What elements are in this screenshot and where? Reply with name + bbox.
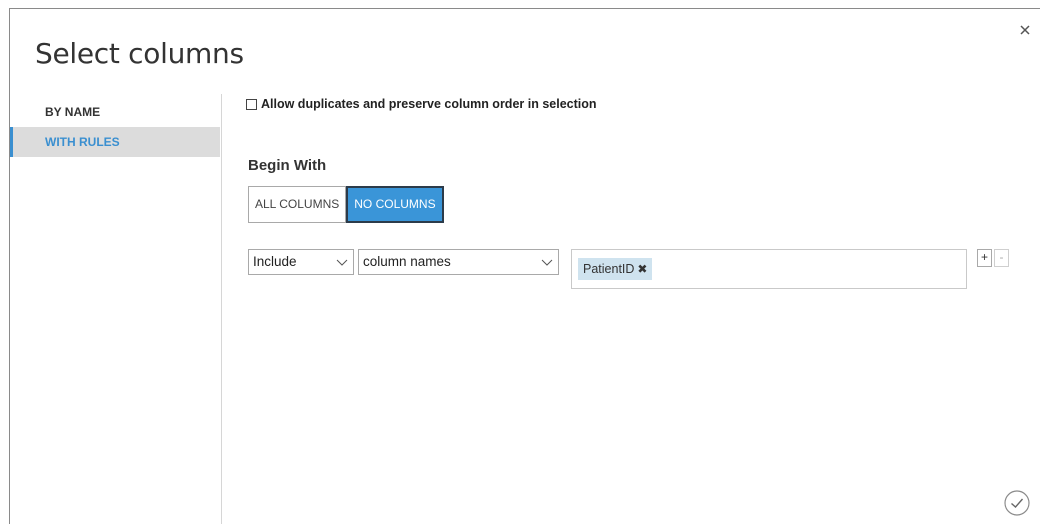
remove-rule-button[interactable]: - [994, 249, 1009, 267]
dialog-title: Select columns [35, 37, 244, 70]
begin-with-heading: Begin With [248, 157, 327, 174]
allow-duplicates-label[interactable]: Allow duplicates and preserve column ord… [261, 97, 597, 111]
side-nav: BY NAME WITH RULES [10, 97, 220, 157]
all-columns-button[interactable]: ALL COLUMNS [248, 186, 347, 223]
begin-with-toggle: ALL COLUMNS NO COLUMNS [248, 186, 444, 223]
remove-tag-icon[interactable]: ✖ [637, 258, 647, 280]
close-icon[interactable] [1018, 23, 1032, 37]
sidebar-item-by-name[interactable]: BY NAME [10, 97, 220, 127]
chevron-down-icon [541, 259, 553, 266]
column-tag-label: PatientID [583, 262, 635, 276]
checkmark-circle-icon[interactable] [1004, 490, 1030, 516]
nav-divider [221, 94, 222, 524]
allow-duplicates-checkbox[interactable] [246, 98, 257, 110]
sidebar-item-with-rules[interactable]: WITH RULES [10, 127, 220, 157]
column-names-input[interactable]: PatientID ✖ [571, 249, 967, 289]
rule-type-value: column names [363, 254, 451, 269]
include-exclude-value: Include [253, 254, 297, 269]
no-columns-button[interactable]: NO COLUMNS [346, 186, 444, 223]
rule-type-select[interactable]: column names [358, 249, 559, 275]
include-exclude-select[interactable]: Include [248, 249, 354, 275]
allow-duplicates-row: Allow duplicates and preserve column ord… [246, 97, 597, 111]
select-columns-dialog: Select columns BY NAME WITH RULES Allow … [9, 8, 1040, 524]
column-tag: PatientID ✖ [578, 258, 653, 280]
add-rule-button[interactable]: + [977, 249, 992, 267]
chevron-down-icon [336, 259, 348, 266]
